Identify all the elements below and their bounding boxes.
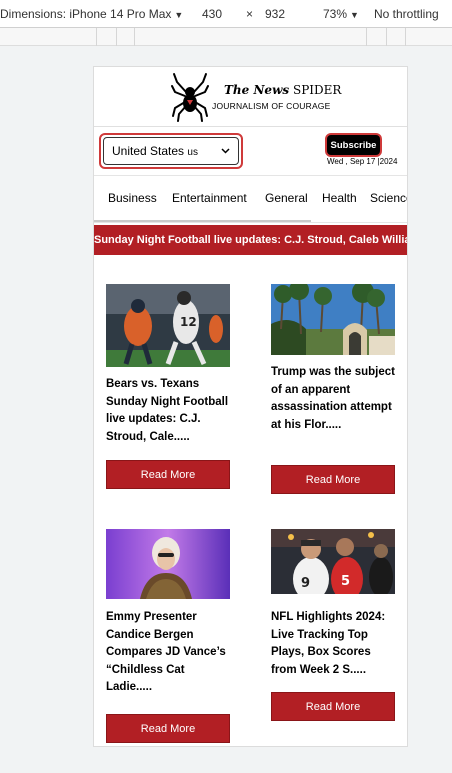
- site-title: The News SPIDER: [224, 83, 342, 97]
- category-scrollbar[interactable]: [94, 220, 311, 222]
- zoom-dropdown[interactable]: 73% ▼: [323, 7, 359, 21]
- article-card: Emmy Presenter Candice Bergen Compares J…: [106, 529, 232, 743]
- chevron-down-icon: ▼: [174, 10, 184, 20]
- article-card: Trump was the subject of an apparent ass…: [271, 284, 397, 494]
- breaking-news-ticker: Sunday Night Football live updates: C.J.…: [94, 225, 407, 255]
- spider-logo-icon: [171, 73, 209, 122]
- article-image-nfl[interactable]: 9 5: [271, 529, 395, 594]
- current-date: Wed , Sep 17 |2024: [327, 157, 398, 166]
- category-entertainment[interactable]: Entertainment: [172, 191, 247, 205]
- width-input[interactable]: 430: [202, 7, 222, 21]
- subscribe-button[interactable]: Subscribe: [325, 133, 382, 157]
- read-more-button[interactable]: Read More: [106, 460, 230, 489]
- chevron-down-icon: [221, 148, 230, 154]
- article-card: 9 5 NFL Highlights 2024: Live Tracking T…: [271, 529, 397, 739]
- category-nav: Business Entertainment General Health Sc…: [94, 175, 407, 223]
- dimensions-dropdown[interactable]: Dimensions: iPhone 14 Pro Max ▼: [0, 7, 183, 21]
- category-general[interactable]: General: [265, 191, 308, 205]
- article-title[interactable]: Bears vs. Texans Sunday Night Football l…: [106, 376, 230, 446]
- read-more-button[interactable]: Read More: [106, 714, 230, 743]
- media-query-ruler: [0, 28, 452, 46]
- device-viewport: The News SPIDER JOURNALISM OF COURAGE Un…: [93, 66, 408, 747]
- article-title[interactable]: Emmy Presenter Candice Bergen Compares J…: [106, 609, 230, 697]
- header-controls: United States us Subscribe: [94, 127, 407, 175]
- throttling-dropdown[interactable]: No throttling: [374, 7, 439, 21]
- country-select[interactable]: United States us: [99, 133, 243, 169]
- article-card: 12 Bears vs. Texans Sunday Night Footbal…: [106, 284, 232, 494]
- svg-text:9: 9: [301, 576, 310, 591]
- site-header: The News SPIDER JOURNALISM OF COURAGE: [94, 67, 407, 127]
- svg-text:12: 12: [180, 315, 197, 329]
- article-image-emmy-presenter[interactable]: [106, 529, 230, 599]
- article-title[interactable]: NFL Highlights 2024: Live Tracking Top P…: [271, 609, 395, 679]
- read-more-button[interactable]: Read More: [271, 692, 395, 721]
- category-business[interactable]: Business: [108, 191, 157, 205]
- devtools-device-toolbar: Dimensions: iPhone 14 Pro Max ▼ 430 × 932…: [0, 0, 452, 28]
- chevron-down-icon: ▼: [350, 10, 359, 20]
- article-title[interactable]: Trump was the subject of an apparent ass…: [271, 364, 395, 434]
- height-input[interactable]: 932: [265, 7, 285, 21]
- times-separator: ×: [246, 7, 254, 21]
- category-health[interactable]: Health: [322, 191, 357, 205]
- category-science[interactable]: Science: [370, 191, 407, 205]
- site-tagline: JOURNALISM OF COURAGE: [212, 101, 331, 111]
- article-image-football[interactable]: 12: [106, 284, 230, 367]
- read-more-button[interactable]: Read More: [271, 465, 395, 494]
- svg-text:5: 5: [341, 574, 350, 589]
- article-image-resort[interactable]: [271, 284, 395, 355]
